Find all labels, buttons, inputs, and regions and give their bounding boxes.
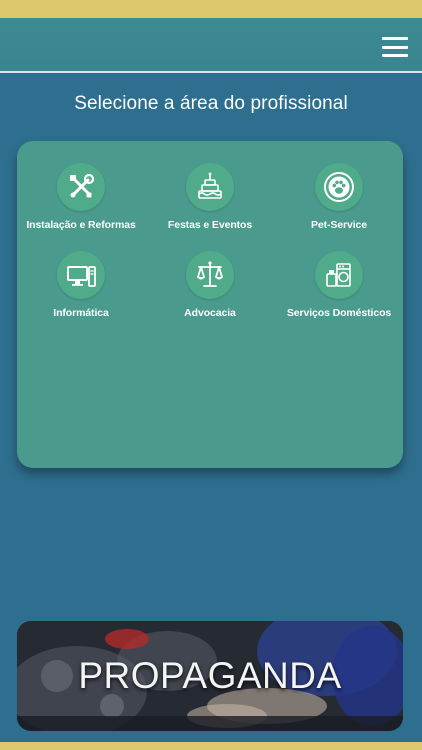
ad-banner[interactable]: PROPAGANDA	[17, 621, 403, 731]
category-label: Advocacia	[184, 307, 236, 319]
ad-banner-text: PROPAGANDA	[78, 655, 342, 696]
category-label: Serviços Domésticos	[286, 307, 392, 319]
category-advocacia[interactable]: Advocacia	[150, 251, 270, 321]
bottom-accent-strip	[0, 742, 422, 750]
tools-icon	[57, 163, 105, 211]
paw-icon	[315, 163, 363, 211]
category-pet-service[interactable]: Pet-Service	[279, 163, 399, 233]
page-title: Selecione a área do profissional	[74, 93, 348, 114]
category-label: Pet-Service	[310, 219, 368, 231]
category-label: Informática	[53, 307, 109, 319]
category-servicos-domesticos[interactable]: Serviços Domésticos	[279, 251, 399, 321]
scales-icon	[186, 251, 234, 299]
category-informatica[interactable]: Informática	[21, 251, 141, 321]
appliances-icon	[315, 251, 363, 299]
category-instalacao-reformas[interactable]: Instalação e Reformas	[21, 163, 141, 233]
category-card: Instalação e Reformas Festas e Eventos P…	[17, 141, 403, 468]
app-header	[0, 18, 422, 73]
hamburger-menu-icon[interactable]	[382, 37, 408, 57]
category-label: Festas e Eventos	[167, 219, 253, 231]
cake-icon	[186, 163, 234, 211]
computer-icon	[57, 251, 105, 299]
category-festas-eventos[interactable]: Festas e Eventos	[150, 163, 270, 233]
category-label: Instalação e Reformas	[26, 219, 136, 231]
top-accent-strip	[0, 0, 422, 18]
